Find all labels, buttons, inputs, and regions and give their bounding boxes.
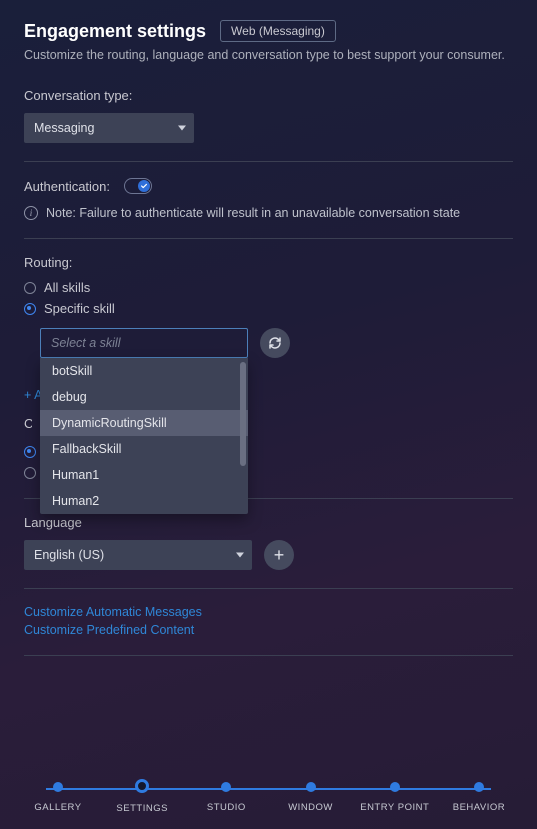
stepper-dot — [53, 782, 63, 792]
skill-select-input[interactable] — [40, 328, 248, 358]
skill-option[interactable]: Human2 — [40, 488, 248, 514]
routing-radio-specific[interactable]: Specific skill — [24, 301, 513, 316]
stepper-step[interactable]: STUDIO — [190, 782, 262, 813]
skill-option[interactable]: Human1 — [40, 462, 248, 488]
stepper-dot — [306, 782, 316, 792]
chevron-down-icon — [178, 126, 186, 131]
stepper-label: GALLERY — [34, 802, 81, 813]
customize-predefined-content-link[interactable]: Customize Predefined Content — [24, 623, 513, 637]
skill-option[interactable]: DynamicRoutingSkill — [40, 410, 248, 436]
conversation-type-label: Conversation type: — [24, 88, 513, 103]
page-subtitle: Customize the routing, language and conv… — [24, 48, 513, 62]
divider — [24, 238, 513, 239]
language-value: English (US) — [34, 548, 104, 562]
radio-icon — [24, 282, 36, 294]
skill-dropdown[interactable]: botSkilldebugDynamicRoutingSkillFallback… — [40, 358, 248, 514]
skill-option[interactable]: FallbackSkill — [40, 436, 248, 462]
plus-icon: + — [274, 545, 285, 566]
radio-icon — [24, 467, 36, 479]
stepper-step[interactable]: ENTRY POINT — [359, 782, 431, 813]
channel-badge: Web (Messaging) — [220, 20, 336, 42]
radio-icon — [24, 303, 36, 315]
refresh-icon — [267, 335, 283, 351]
conversation-type-value: Messaging — [34, 121, 94, 135]
routing-label: Routing: — [24, 255, 513, 270]
authentication-note: Note: Failure to authenticate will resul… — [46, 206, 460, 220]
skill-option[interactable]: botSkill — [40, 358, 248, 384]
check-icon — [140, 182, 148, 190]
add-language-button[interactable]: + — [264, 540, 294, 570]
stepper-label: SETTINGS — [116, 803, 168, 814]
stepper-label: ENTRY POINT — [360, 802, 429, 813]
conversation-type-select[interactable]: Messaging — [24, 113, 194, 143]
stepper-dot — [135, 779, 149, 793]
stepper-step[interactable]: SETTINGS — [106, 781, 178, 814]
obscured-section-label: Co — [24, 419, 32, 434]
toggle-knob — [138, 180, 150, 192]
language-label: Language — [24, 515, 513, 530]
radio-icon — [24, 446, 36, 458]
routing-specific-label: Specific skill — [44, 301, 115, 316]
stepper-label: STUDIO — [207, 802, 246, 813]
divider — [24, 588, 513, 589]
info-icon: i — [24, 206, 38, 220]
stepper-label: BEHAVIOR — [453, 802, 505, 813]
customize-automatic-messages-link[interactable]: Customize Automatic Messages — [24, 605, 513, 619]
stepper-dot — [221, 782, 231, 792]
refresh-skills-button[interactable] — [260, 328, 290, 358]
routing-radio-all[interactable]: All skills — [24, 280, 513, 295]
routing-all-label: All skills — [44, 280, 90, 295]
language-select[interactable]: English (US) — [24, 540, 252, 570]
scrollbar[interactable] — [240, 362, 246, 510]
stepper-step[interactable]: GALLERY — [22, 782, 94, 813]
stepper-label: WINDOW — [288, 802, 333, 813]
scrollbar-thumb[interactable] — [240, 362, 246, 466]
stepper-dot — [474, 782, 484, 792]
page-title: Engagement settings — [24, 21, 206, 42]
wizard-stepper: GALLERY SETTINGS STUDIO WINDOW ENTRY POINT BE… — [0, 773, 537, 829]
divider — [24, 161, 513, 162]
stepper-step[interactable]: BEHAVIOR — [443, 782, 515, 813]
stepper-step[interactable]: WINDOW — [275, 782, 347, 813]
chevron-down-icon — [236, 553, 244, 558]
stepper-dot — [390, 782, 400, 792]
skill-option[interactable]: debug — [40, 384, 248, 410]
authentication-label: Authentication: — [24, 179, 110, 194]
authentication-toggle[interactable] — [124, 178, 152, 194]
divider — [24, 655, 513, 656]
